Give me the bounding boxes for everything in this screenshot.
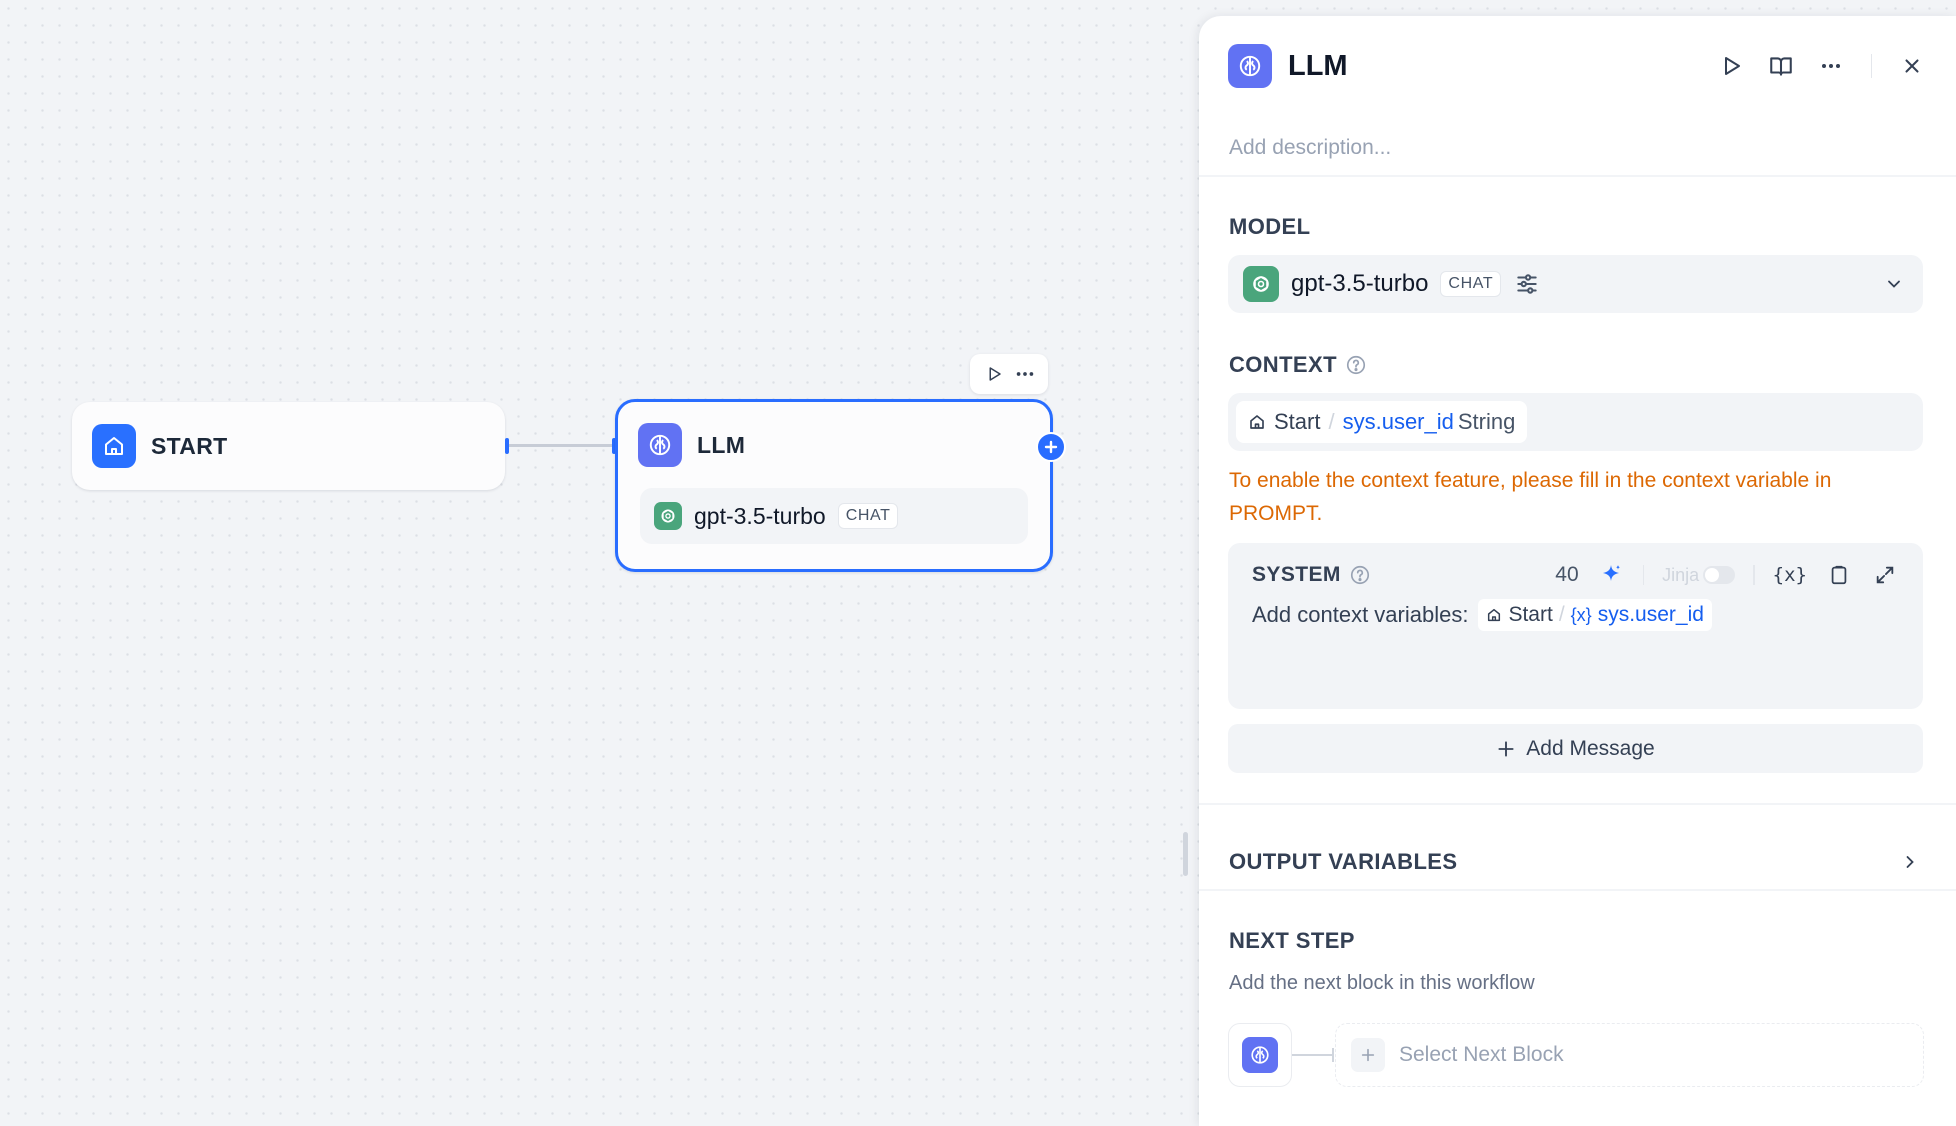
help-circle-icon[interactable] bbox=[1345, 354, 1367, 376]
run-step-icon[interactable] bbox=[1717, 52, 1745, 80]
context-label: CONTEXT bbox=[1229, 352, 1337, 377]
openai-icon bbox=[654, 502, 682, 530]
context-variable-token[interactable]: Start / {x} sys.user_id bbox=[1478, 599, 1712, 631]
model-section-label: MODEL bbox=[1229, 214, 1310, 240]
clipboard-icon[interactable] bbox=[1825, 561, 1853, 589]
help-book-icon[interactable] bbox=[1767, 52, 1795, 80]
next-step-description: Add the next block in this workflow bbox=[1229, 972, 1535, 994]
llm-node-add-next-handle[interactable] bbox=[1036, 432, 1066, 462]
close-icon[interactable] bbox=[1898, 52, 1926, 80]
system-title: SYSTEM bbox=[1252, 563, 1371, 587]
llm-node-model-name: gpt-3.5-turbo bbox=[694, 502, 826, 529]
context-separator: / bbox=[1328, 409, 1335, 434]
model-selector[interactable]: gpt-3.5-turbo CHAT bbox=[1228, 255, 1923, 313]
plus-icon bbox=[1496, 739, 1516, 759]
start-node-source-handle[interactable] bbox=[505, 438, 509, 454]
edge-start-llm[interactable] bbox=[506, 444, 616, 447]
section-divider bbox=[1199, 175, 1956, 177]
node-settings-panel: LLM Add description... MODEL gpt-3.5-tur… bbox=[1199, 16, 1956, 1126]
help-circle-icon[interactable] bbox=[1349, 564, 1371, 586]
ctx-separator: / bbox=[1558, 603, 1565, 626]
sparkle-generate-icon[interactable] bbox=[1597, 561, 1625, 589]
plus-icon bbox=[1351, 1038, 1385, 1072]
system-label: SYSTEM bbox=[1252, 563, 1341, 586]
context-node-ref: Start bbox=[1274, 409, 1321, 434]
toolbar-divider bbox=[1753, 565, 1755, 585]
llm-brain-icon bbox=[1228, 44, 1272, 88]
select-next-block-button[interactable]: Select Next Block bbox=[1335, 1023, 1924, 1087]
expand-icon[interactable] bbox=[1871, 561, 1899, 589]
home-icon bbox=[92, 424, 136, 468]
context-variable-type: String bbox=[1457, 409, 1516, 434]
run-node-icon[interactable] bbox=[980, 360, 1008, 388]
toolbar-divider bbox=[1642, 565, 1645, 585]
variable-x-icon: {x} bbox=[1570, 604, 1592, 625]
current-block-icon bbox=[1228, 1023, 1292, 1087]
home-icon bbox=[1486, 607, 1502, 623]
context-variable-name: sys.user_id bbox=[1342, 409, 1454, 434]
panel-header: LLM bbox=[1228, 44, 1926, 88]
header-divider bbox=[1870, 54, 1872, 78]
select-next-block-label: Select Next Block bbox=[1399, 1043, 1564, 1066]
context-warning-text: To enable the context feature, please fi… bbox=[1229, 469, 1832, 525]
next-step-label: NEXT STEP bbox=[1229, 928, 1355, 953]
model-mode-badge: CHAT bbox=[1440, 271, 1502, 297]
jinja-label: Jinja bbox=[1662, 564, 1700, 585]
output-variables-label: OUTPUT VARIABLES bbox=[1229, 849, 1458, 874]
model-name: gpt-3.5-turbo bbox=[1291, 270, 1429, 297]
jinja-toggle[interactable]: Jinja bbox=[1662, 564, 1736, 586]
ctx-variable-name: sys.user_id bbox=[1597, 603, 1704, 626]
panel-resize-handle[interactable] bbox=[1183, 832, 1188, 876]
start-node-title: START bbox=[151, 432, 228, 459]
ctx-node-ref: Start bbox=[1508, 603, 1553, 626]
node-more-icon[interactable] bbox=[1011, 360, 1039, 388]
home-icon bbox=[1248, 413, 1266, 431]
context-variable-selector[interactable]: Start / sys.user_id String bbox=[1228, 393, 1923, 451]
context-section-label: CONTEXT bbox=[1229, 352, 1367, 378]
model-label: MODEL bbox=[1229, 214, 1311, 239]
panel-title[interactable]: LLM bbox=[1288, 50, 1348, 83]
next-step-connector bbox=[1292, 1048, 1334, 1062]
jinja-switch[interactable] bbox=[1703, 566, 1736, 584]
token-count: 40 bbox=[1555, 563, 1579, 586]
output-variables-toggle[interactable]: OUTPUT VARIABLES bbox=[1229, 842, 1924, 882]
llm-node-mode-badge: CHAT bbox=[837, 503, 899, 529]
model-params-sliders-icon[interactable] bbox=[1513, 270, 1541, 298]
chevron-down-icon[interactable] bbox=[1880, 270, 1908, 298]
llm-node[interactable]: LLM gpt-3.5-turbo CHAT bbox=[615, 399, 1053, 572]
panel-more-icon[interactable] bbox=[1817, 52, 1845, 80]
start-node[interactable]: START bbox=[72, 402, 505, 490]
add-message-button[interactable]: Add Message bbox=[1228, 724, 1923, 773]
chevron-right-icon bbox=[1896, 848, 1924, 876]
llm-brain-icon bbox=[1242, 1037, 1278, 1073]
llm-node-title: LLM bbox=[697, 431, 746, 458]
add-message-label: Add Message bbox=[1526, 736, 1655, 760]
system-prompt-content[interactable]: Add context variables: Start / {x} sys.u… bbox=[1252, 599, 1899, 631]
system-prompt-text: Add context variables: bbox=[1252, 602, 1469, 627]
system-prompt-editor[interactable]: SYSTEM 40 Jinja {x} Add context variable… bbox=[1228, 543, 1923, 709]
description-input[interactable]: Add description... bbox=[1229, 136, 1391, 160]
section-divider bbox=[1199, 889, 1956, 891]
context-variable-pill[interactable]: Start / sys.user_id String bbox=[1236, 401, 1528, 443]
openai-icon bbox=[1243, 266, 1279, 302]
section-divider bbox=[1199, 803, 1956, 805]
llm-node-model: gpt-3.5-turbo CHAT bbox=[640, 488, 1028, 544]
insert-variable-icon[interactable]: {x} bbox=[1773, 564, 1807, 586]
llm-brain-icon bbox=[638, 423, 682, 467]
node-toolbar bbox=[970, 354, 1048, 394]
